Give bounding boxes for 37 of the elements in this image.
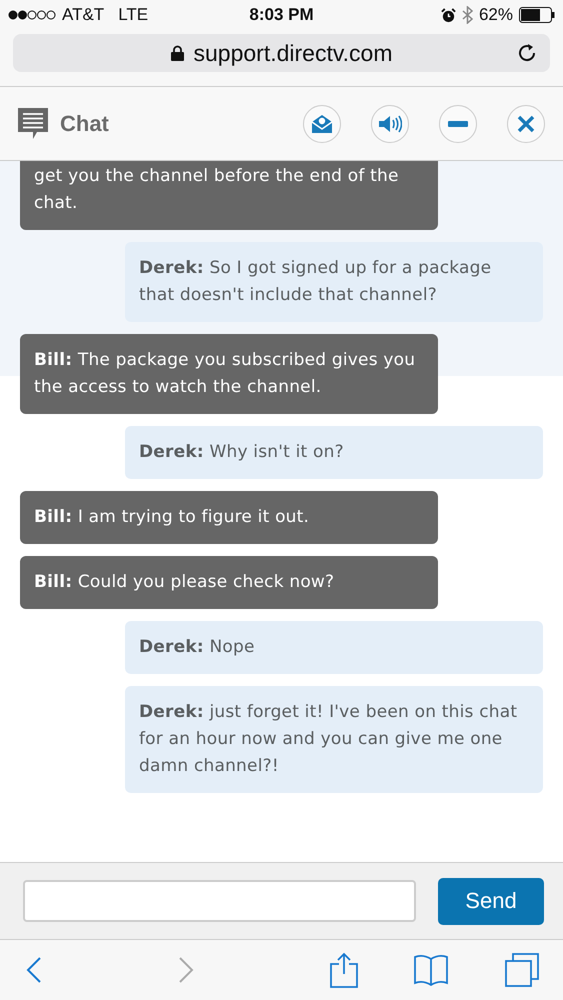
share-icon[interactable] bbox=[330, 952, 358, 988]
agent-message: Bill: The package you subscribed gives you the access to watch the channel. bbox=[20, 334, 438, 414]
address-bar[interactable]: support.directv.com bbox=[13, 34, 550, 72]
lock-icon bbox=[170, 45, 184, 61]
battery-percent: 62% bbox=[478, 5, 513, 25]
tabs-icon[interactable] bbox=[505, 953, 539, 987]
customer-message: Derek: So I got signed up for a package that doesn't include that channel? bbox=[125, 242, 543, 322]
carrier-name: AT&T bbox=[62, 5, 104, 25]
clock-time: 8:03 PM bbox=[249, 5, 314, 25]
network-type: LTE bbox=[118, 5, 148, 25]
close-button[interactable] bbox=[507, 104, 545, 142]
bookmarks-icon[interactable] bbox=[413, 954, 450, 986]
chat-title: Chat bbox=[60, 110, 110, 136]
chat-icon bbox=[18, 108, 48, 140]
customer-message: Derek: Nope bbox=[125, 621, 543, 674]
battery-icon bbox=[519, 7, 555, 23]
message-input[interactable] bbox=[23, 880, 416, 922]
back-icon[interactable] bbox=[26, 956, 42, 984]
agent-message: Bill: I am trying to figure it out. bbox=[20, 491, 438, 544]
alarm-icon bbox=[440, 8, 456, 22]
speaker-icon bbox=[378, 114, 402, 134]
agent-message: Bill: Could you please check now? bbox=[20, 556, 438, 609]
bluetooth-icon bbox=[462, 6, 473, 24]
minimize-icon bbox=[448, 120, 468, 126]
send-button[interactable]: Send bbox=[438, 878, 544, 924]
email-button[interactable] bbox=[303, 104, 341, 142]
minimize-button[interactable] bbox=[439, 104, 477, 142]
reload-icon[interactable] bbox=[516, 42, 538, 64]
forward-icon[interactable] bbox=[178, 956, 194, 984]
url-text: support.directv.com bbox=[194, 40, 392, 66]
agent-message: get you the channel before the end of the chat. bbox=[20, 161, 438, 230]
sound-button[interactable] bbox=[371, 104, 409, 142]
close-icon bbox=[517, 114, 535, 132]
signal-icon bbox=[8, 10, 56, 20]
customer-message: Derek: Why isn't it on? bbox=[125, 426, 543, 479]
email-icon bbox=[311, 114, 333, 134]
customer-message: Derek: just forget it! I've been on this chat for an hour now and you can give me one damn channel?! bbox=[125, 686, 543, 793]
